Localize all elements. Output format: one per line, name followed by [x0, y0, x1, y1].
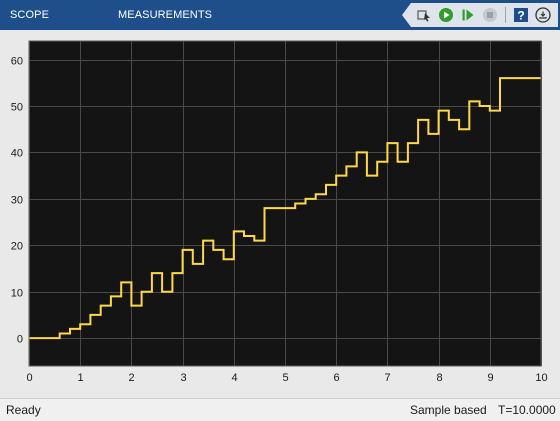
- x-tick-label: 4: [231, 372, 237, 384]
- highlight-simulink-block-icon[interactable]: [415, 6, 433, 24]
- run-icon[interactable]: [437, 6, 455, 24]
- tab-measurements[interactable]: MEASUREMENTS: [118, 0, 212, 30]
- status-text: Ready: [6, 403, 41, 417]
- x-tick-label: 8: [436, 372, 442, 384]
- x-tick-label: 10: [535, 372, 547, 384]
- scope-axes[interactable]: 0 1 2 3 4 5 6 7 8 9 10 0 10 20 30 40 50 60: [0, 30, 560, 398]
- x-tick-label: 5: [282, 372, 288, 384]
- toolbar-separator: [505, 7, 506, 23]
- svg-text:?: ?: [517, 9, 524, 23]
- toolbar-edge: [402, 3, 411, 27]
- step-forward-icon[interactable]: [459, 6, 477, 24]
- quick-access-toolbar: ?: [402, 3, 558, 27]
- y-tick-label: 20: [11, 241, 23, 253]
- x-tick-label: 0: [26, 372, 32, 384]
- scope-plot-area: 0 1 2 3 4 5 6 7 8 9 10 0 10 20 30 40 50 60: [0, 30, 560, 398]
- y-tick-label: 40: [11, 148, 23, 160]
- y-tick-label: 0: [17, 334, 23, 346]
- x-tick-label: 7: [384, 372, 390, 384]
- tab-scope[interactable]: SCOPE: [10, 0, 49, 30]
- y-tick-label: 60: [11, 56, 23, 68]
- x-tick-label: 9: [487, 372, 493, 384]
- x-tick-label: 2: [128, 372, 134, 384]
- toolstrip: SCOPE MEASUREMENTS ?: [0, 0, 560, 30]
- undock-icon[interactable]: [534, 6, 552, 24]
- simulation-time: T=10.0000: [498, 403, 556, 417]
- x-tick-label: 3: [180, 372, 186, 384]
- status-bar: Ready Sample based T=10.0000: [0, 398, 560, 421]
- y-tick-label: 50: [11, 102, 23, 114]
- x-tick-label: 1: [77, 372, 83, 384]
- y-tick-label: 10: [11, 288, 23, 300]
- stop-icon[interactable]: [481, 6, 499, 24]
- help-icon[interactable]: ?: [512, 6, 530, 24]
- tool-group: ?: [411, 3, 558, 27]
- x-tick-label: 6: [333, 372, 339, 384]
- y-tick-label: 30: [11, 195, 23, 207]
- sampling-mode: Sample based: [410, 403, 487, 417]
